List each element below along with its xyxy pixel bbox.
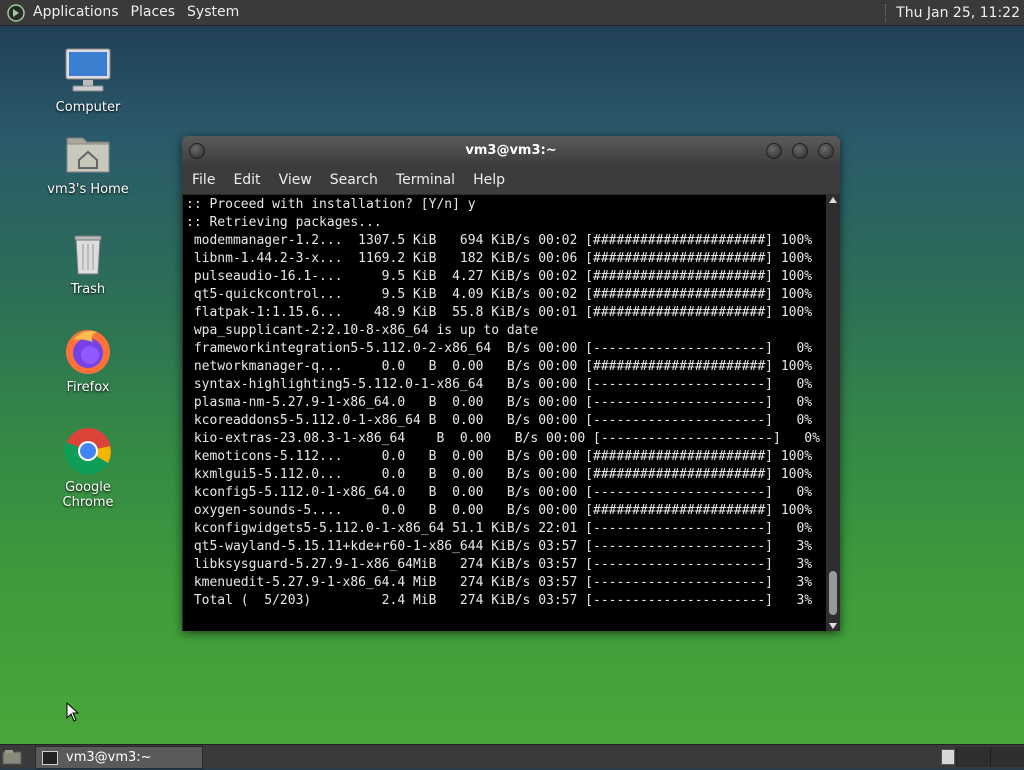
- terminal-icon: [42, 750, 58, 765]
- taskbar-button-terminal[interactable]: vm3@vm3:~: [35, 746, 203, 769]
- terminal-line: kemoticons-5.112... 0.0 B 0.00 B/s 00:00…: [186, 449, 813, 464]
- workspace-1[interactable]: [941, 749, 955, 765]
- clock[interactable]: Thu Jan 25, 11:22: [896, 5, 1024, 21]
- desktop-icon-firefox[interactable]: Firefox: [38, 326, 138, 395]
- firefox-icon: [63, 326, 113, 376]
- desktop-icon-label: Trash: [70, 282, 106, 297]
- mouse-cursor-icon: [66, 701, 80, 726]
- minimize-button[interactable]: [766, 143, 782, 159]
- menu-applications[interactable]: Applications: [27, 0, 125, 25]
- menu-view[interactable]: View: [269, 172, 320, 188]
- terminal-line: qt5-quickcontrol... 9.5 KiB 4.09 KiB/s 0…: [186, 287, 813, 302]
- window-titlebar[interactable]: vm3@vm3:~: [182, 136, 840, 166]
- terminal-line: libksysguard-5.27.9-1-x86_64MiB 274 KiB/…: [186, 557, 813, 572]
- scroll-down-icon[interactable]: [829, 623, 837, 629]
- menu-terminal[interactable]: Terminal: [386, 172, 463, 188]
- terminal-line: libnm-1.44.2-3-x... 1169.2 KiB 182 KiB/s…: [186, 251, 813, 266]
- terminal-line: plasma-nm-5.27.9-1-x86_64.0 B 0.00 B/s 0…: [186, 395, 813, 410]
- maximize-button[interactable]: [792, 143, 808, 159]
- desktop-icon-label: Google Chrome: [62, 480, 114, 510]
- terminal-line: :: Retrieving packages...: [186, 215, 382, 230]
- scrollbar-thumb[interactable]: [829, 571, 837, 615]
- terminal-line: kcoreaddons5-5.112.0-1-x86_64 B 0.00 B/s…: [186, 413, 813, 428]
- menu-file[interactable]: File: [182, 172, 223, 188]
- desktop-icon-label: vm3's Home: [47, 182, 129, 197]
- terminal-line: kmenuedit-5.27.9-1-x86_64.4 MiB 274 KiB/…: [186, 575, 813, 590]
- terminal-line: networkmanager-q... 0.0 B 0.00 B/s 00:00…: [186, 359, 813, 374]
- menu-help[interactable]: Help: [463, 172, 513, 188]
- chrome-icon: [63, 426, 113, 476]
- terminal-output[interactable]: :: Proceed with installation? [Y/n] y:: …: [183, 195, 826, 631]
- computer-icon: [63, 46, 113, 96]
- terminal-line: pulseaudio-16.1-... 9.5 KiB 4.27 KiB/s 0…: [186, 269, 813, 284]
- desktop-icon-label: Firefox: [66, 380, 110, 395]
- close-button[interactable]: [818, 143, 834, 159]
- terminal-line: oxygen-sounds-5.... 0.0 B 0.00 B/s 00:00…: [186, 503, 813, 518]
- show-desktop-icon[interactable]: [2, 748, 22, 766]
- desktop-icon-trash[interactable]: Trash: [38, 228, 138, 297]
- terminal-line: :: Proceed with installation? [Y/n] y: [186, 197, 476, 212]
- menu-search[interactable]: Search: [320, 172, 386, 188]
- terminal-line: modemmanager-1.2... 1307.5 KiB 694 KiB/s…: [186, 233, 813, 248]
- terminal-scrollbar[interactable]: [826, 195, 840, 631]
- desktop-icon-label: Computer: [55, 100, 121, 115]
- bottom-panel: vm3@vm3:~: [0, 744, 1024, 769]
- scroll-up-icon[interactable]: [829, 197, 837, 203]
- terminal-menubar: File Edit View Search Terminal Help: [182, 166, 840, 194]
- terminal-line: qt5-wayland-5.15.11+kde+r60-1-x86_644 Ki…: [186, 539, 813, 554]
- terminal-line: Total ( 5/203) 2.4 MiB 274 KiB/s 03:57 […: [186, 593, 813, 608]
- taskbar-button-label: vm3@vm3:~: [66, 750, 152, 765]
- menu-edit[interactable]: Edit: [223, 172, 268, 188]
- desktop-icon-home[interactable]: vm3's Home: [38, 128, 138, 197]
- menu-places[interactable]: Places: [125, 0, 182, 25]
- window-title: vm3@vm3:~: [465, 143, 557, 158]
- terminal-line: flatpak-1:1.15.6... 48.9 KiB 55.8 KiB/s …: [186, 305, 813, 320]
- terminal-line: kxmlgui5-5.112.0... 0.0 B 0.00 B/s 00:00…: [186, 467, 813, 482]
- workspace-3[interactable]: [990, 747, 1024, 767]
- terminal-line: wpa_supplicant-2:2.10-8-x86_64 is up to …: [186, 323, 539, 338]
- menu-system[interactable]: System: [181, 0, 245, 25]
- desktop-icon-chrome[interactable]: Google Chrome: [38, 426, 138, 510]
- trash-icon: [63, 228, 113, 278]
- distro-logo-icon[interactable]: [5, 2, 27, 24]
- terminal-line: syntax-highlighting5-5.112.0-1-x86_64 B/…: [186, 377, 813, 392]
- terminal-line: kconfig5-5.112.0-1-x86_64.0 B 0.00 B/s 0…: [186, 485, 813, 500]
- terminal-line: kio-extras-23.08.3-1-x86_64 B 0.00 B/s 0…: [186, 431, 820, 446]
- desktop-icon-computer[interactable]: Computer: [38, 46, 138, 115]
- top-panel: Applications Places System Thu Jan 25, 1…: [0, 0, 1024, 26]
- terminal-line: frameworkintegration5-5.112.0-2-x86_64 B…: [186, 341, 813, 356]
- terminal-line: kconfigwidgets5-5.112.0-1-x86_64 51.1 Ki…: [186, 521, 813, 536]
- terminal-window[interactable]: vm3@vm3:~ File Edit View Search Terminal…: [182, 136, 840, 631]
- workspace-2[interactable]: [956, 747, 991, 767]
- home-folder-icon: [63, 128, 113, 178]
- panel-separator: [885, 3, 888, 22]
